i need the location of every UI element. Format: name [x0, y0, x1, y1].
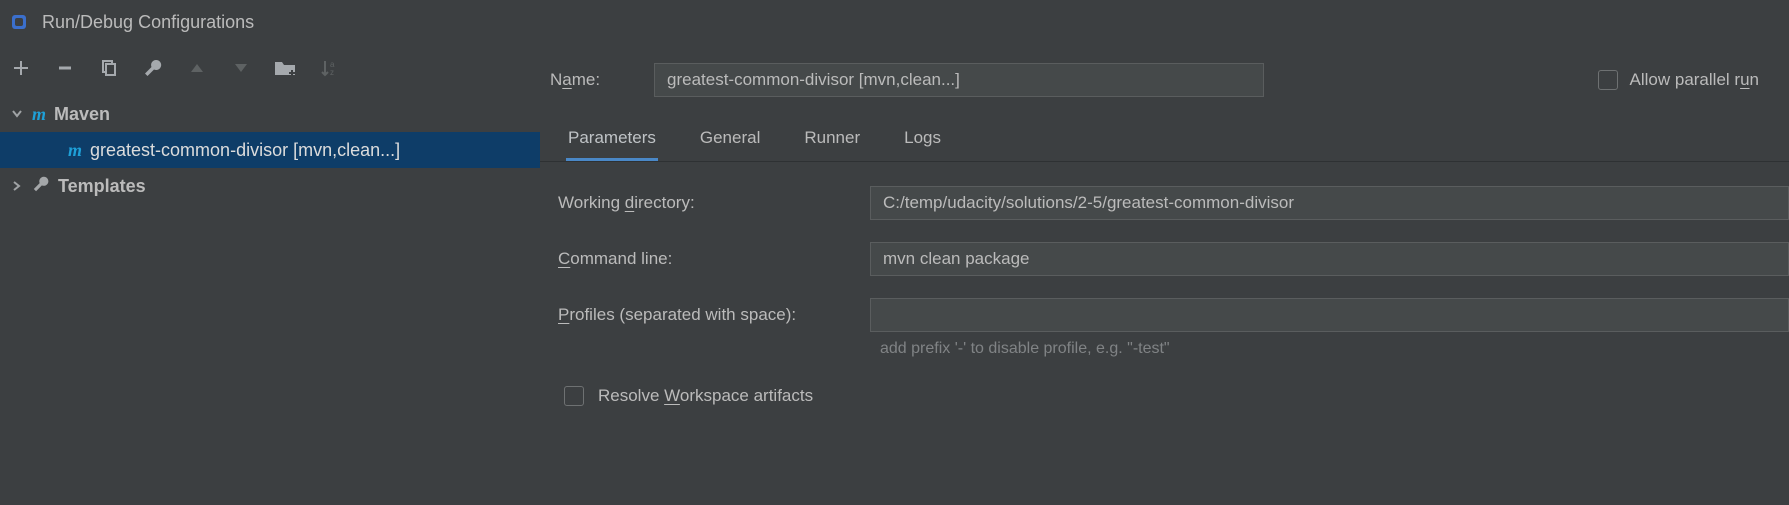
window-title: Run/Debug Configurations: [42, 12, 254, 33]
tab-parameters[interactable]: Parameters: [566, 128, 658, 161]
maven-icon: m: [68, 140, 82, 161]
add-icon[interactable]: [10, 57, 32, 79]
command-line-label: Command line:: [558, 249, 858, 269]
allow-parallel-run[interactable]: Allow parallel run: [1598, 70, 1759, 90]
tree-label: Templates: [58, 176, 146, 197]
resolve-workspace-artifacts[interactable]: Resolve Workspace artifacts: [558, 386, 1789, 406]
config-toolbar: az: [0, 44, 540, 92]
tree-node-maven[interactable]: m Maven: [0, 96, 540, 132]
move-up-icon[interactable]: [186, 57, 208, 79]
chevron-right-icon: [10, 180, 24, 192]
name-label: Name:: [550, 70, 630, 90]
tree-node-config[interactable]: m greatest-common-divisor [mvn,clean...]: [0, 132, 540, 168]
configurations-panel: az m Maven m greatest-common-divisor [mv…: [0, 44, 540, 505]
name-input[interactable]: [654, 63, 1264, 97]
working-directory-input[interactable]: [870, 186, 1789, 220]
wrench-icon: [32, 175, 50, 198]
profiles-hint: add prefix '-' to disable profile, e.g. …: [558, 340, 1789, 358]
sort-az-icon[interactable]: az: [318, 57, 340, 79]
maven-icon: m: [32, 104, 46, 125]
allow-parallel-label: Allow parallel run: [1630, 70, 1759, 90]
config-tree[interactable]: m Maven m greatest-common-divisor [mvn,c…: [0, 92, 540, 505]
profiles-input[interactable]: [870, 298, 1789, 332]
config-editor: Name: Allow parallel run Parameters Gene…: [540, 44, 1789, 505]
resolve-workspace-label: Resolve Workspace artifacts: [598, 386, 813, 406]
chevron-down-icon: [10, 108, 24, 120]
copy-icon[interactable]: [98, 57, 120, 79]
command-line-input[interactable]: [870, 242, 1789, 276]
app-icon: [8, 11, 30, 33]
profiles-label: Profiles (separated with space):: [558, 305, 858, 325]
tab-runner[interactable]: Runner: [802, 128, 862, 161]
tab-general[interactable]: General: [698, 128, 762, 161]
checkbox-icon[interactable]: [564, 386, 584, 406]
working-directory-label: Working directory:: [558, 193, 858, 213]
checkbox-icon[interactable]: [1598, 70, 1618, 90]
move-down-icon[interactable]: [230, 57, 252, 79]
save-folder-icon[interactable]: [274, 57, 296, 79]
tree-label: greatest-common-divisor [mvn,clean...]: [90, 140, 400, 161]
parameters-form: Working directory: Command line: Profile…: [540, 162, 1789, 406]
tree-node-templates[interactable]: Templates: [0, 168, 540, 204]
title-bar: Run/Debug Configurations: [0, 0, 1789, 44]
tree-label: Maven: [54, 104, 110, 125]
tab-logs[interactable]: Logs: [902, 128, 943, 161]
config-tabs: Parameters General Runner Logs: [540, 102, 1789, 162]
svg-text:z: z: [330, 68, 334, 77]
remove-icon[interactable]: [54, 57, 76, 79]
wrench-icon[interactable]: [142, 57, 164, 79]
